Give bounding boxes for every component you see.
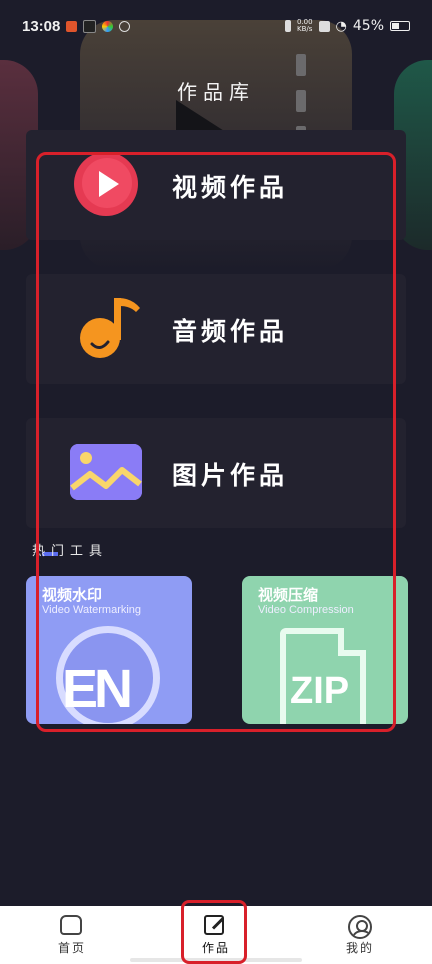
color-app-icon xyxy=(102,20,114,32)
category-label-video: 视频作品 xyxy=(172,173,289,202)
profile-icon xyxy=(348,914,372,939)
wifi-icon: ◔ xyxy=(335,18,347,34)
tool-subtitle-compress: Video Compression xyxy=(258,604,354,616)
no-sim-icon xyxy=(318,20,330,32)
nav-item-home[interactable]: 首页 xyxy=(22,914,122,956)
category-card-image[interactable]: 图片作品 xyxy=(26,418,406,528)
tool-card-watermark[interactable]: 视频水印 Video Watermarking EN xyxy=(26,576,192,724)
category-label-image: 图片作品 xyxy=(172,461,289,490)
category-card-video[interactable]: 视频作品 xyxy=(26,130,406,240)
section-label: 热门工具 xyxy=(32,544,109,559)
page-title: 作品库 xyxy=(177,80,255,104)
category-label-audio: 音频作品 xyxy=(172,317,289,346)
image-icon xyxy=(70,444,142,500)
status-bar: 13:08 0.00 KB/s ◔ 45% xyxy=(0,0,432,52)
play-icon xyxy=(74,152,138,216)
nav-label-profile: 我的 xyxy=(345,940,374,955)
status-right: 0.00 KB/s ◔ 45% xyxy=(284,18,410,34)
watermark-icon-text: EN xyxy=(62,659,133,719)
battery-text: 45% xyxy=(352,18,384,34)
nav-item-works[interactable]: 作品 xyxy=(166,914,266,956)
tool-card-compress[interactable]: 视频压缩 Video Compression ZIP xyxy=(242,576,408,724)
bottom-nav: 首页 作品 我的 xyxy=(0,906,432,964)
status-time: 13:08 xyxy=(22,17,61,35)
sync-icon xyxy=(119,20,131,32)
home-icon xyxy=(60,914,84,937)
tool-title-watermark: 视频水印 xyxy=(42,586,103,604)
tool-subtitle-watermark: Video Watermarking xyxy=(42,604,142,616)
app-notification-icon xyxy=(66,20,78,32)
nav-item-profile[interactable]: 我的 xyxy=(310,914,410,956)
zip-icon-text: ZIP xyxy=(290,670,350,712)
home-indicator xyxy=(130,958,302,962)
nav-label-works: 作品 xyxy=(201,940,230,955)
net-speed: 0.00 KB/s xyxy=(297,19,313,33)
net-speed-unit: KB/s xyxy=(297,25,313,33)
tiktok-icon xyxy=(83,19,97,33)
edit-icon xyxy=(204,914,228,937)
music-note-icon xyxy=(80,298,140,358)
status-left: 13:08 xyxy=(22,17,131,35)
battery-fill xyxy=(392,23,399,29)
zip-file-fold xyxy=(338,628,366,656)
battery-icon xyxy=(390,21,410,31)
nav-label-home: 首页 xyxy=(57,940,86,955)
vibrate-icon xyxy=(284,20,291,32)
category-card-audio[interactable]: 音频作品 xyxy=(26,274,406,384)
tool-title-compress: 视频压缩 xyxy=(258,586,319,604)
